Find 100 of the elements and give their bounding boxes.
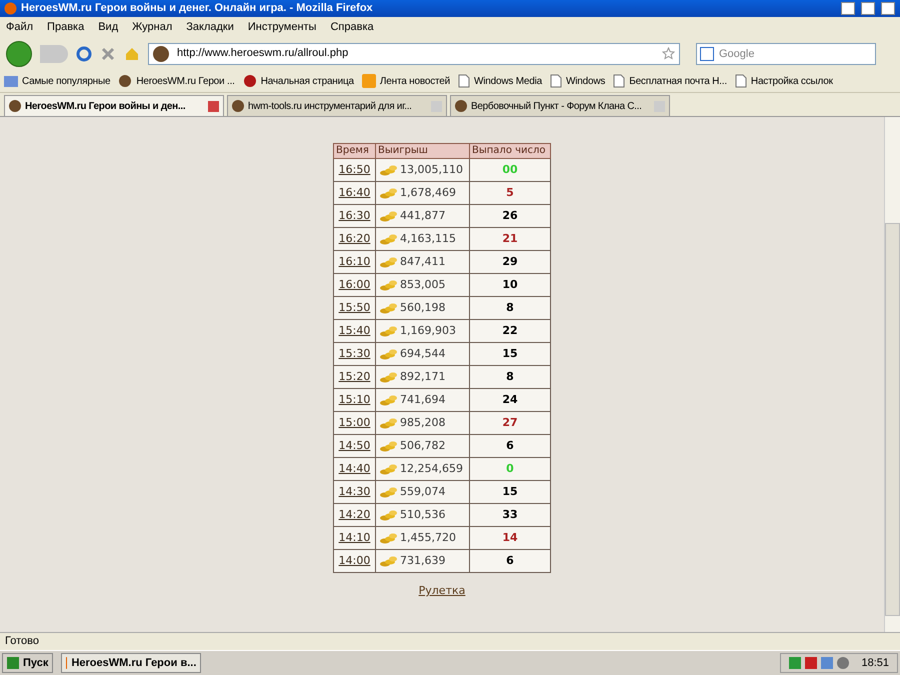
column-header: Время xyxy=(334,144,376,158)
tab-favicon-icon xyxy=(455,100,467,112)
page-icon xyxy=(458,74,470,88)
menu-item[interactable]: Вид xyxy=(98,18,118,36)
coin-stack-icon xyxy=(380,164,398,176)
bookmark-link[interactable]: HeroesWM.ru Герои ... xyxy=(136,74,235,88)
coin-stack-icon xyxy=(380,486,398,498)
address-field[interactable]: http://www.heroeswm.ru/allroul.php xyxy=(148,42,680,64)
win-amount: 1,169,903 xyxy=(400,322,456,339)
column-header: Выпало число xyxy=(470,144,550,158)
roulette-number: 6 xyxy=(506,554,514,567)
roulette-number: 29 xyxy=(502,254,518,268)
coin-stack-icon xyxy=(380,233,398,245)
window-title: HeroesWM.ru Герои войны и денег. Онлайн игра. - Mozilla Firefox xyxy=(21,1,374,16)
page-icon xyxy=(613,74,626,88)
roulette-number: 8 xyxy=(506,300,514,314)
browser-tab[interactable]: hwm-tools.ru инструментарий для иг... xyxy=(227,95,447,116)
bookmark-link[interactable]: Windows Media xyxy=(474,74,542,88)
tab-favicon-icon xyxy=(232,100,244,112)
taskbar-button[interactable]: HeroesWM.ru Герои в... xyxy=(61,653,202,673)
win-amount: 510,536 xyxy=(400,506,446,523)
win-amount: 853,005 xyxy=(400,276,446,293)
roulette-number: 21 xyxy=(502,232,518,245)
menu-item[interactable]: Справка xyxy=(330,18,374,36)
clock: 18:51 xyxy=(861,656,889,671)
menu-item[interactable]: Закладки xyxy=(186,18,234,36)
win-amount: 731,639 xyxy=(400,552,446,569)
win-amount: 694,544 xyxy=(400,346,446,362)
menu-item[interactable]: Файл xyxy=(6,18,34,36)
home-icon[interactable] xyxy=(124,46,140,62)
roulette-number: 15 xyxy=(502,484,518,498)
win-amount: 13,005,110 xyxy=(400,162,463,178)
win-amount: 741,694 xyxy=(400,392,446,408)
roulette-number: 00 xyxy=(502,162,518,176)
win-amount: 559,074 xyxy=(400,484,446,500)
win-amount: 560,198 xyxy=(400,300,446,316)
win-amount: 4,163,115 xyxy=(400,230,456,247)
roulette-number: 27 xyxy=(502,416,518,429)
win-amount: 441,877 xyxy=(400,208,446,224)
coin-stack-icon xyxy=(380,463,398,475)
restore-button[interactable] xyxy=(861,2,875,15)
coin-stack-icon xyxy=(380,187,398,199)
roulette-number: 8 xyxy=(506,370,514,383)
coin-stack-icon xyxy=(380,348,398,360)
coin-stack-icon xyxy=(380,302,398,314)
tray-icon[interactable] xyxy=(821,657,834,669)
roulette-number: 6 xyxy=(506,438,514,452)
back-button[interactable] xyxy=(6,40,32,66)
win-amount: 1,678,469 xyxy=(400,184,456,201)
coin-stack-icon xyxy=(380,210,398,222)
start-button[interactable]: Пуск xyxy=(2,653,54,673)
menu-item[interactable]: Правка xyxy=(47,18,84,36)
coin-stack-icon xyxy=(380,440,398,452)
coin-stack-icon xyxy=(380,279,398,291)
win-amount: 506,782 xyxy=(400,438,446,454)
coin-stack-icon xyxy=(380,417,398,429)
roulette-number: 5 xyxy=(506,186,514,199)
bookmark-link[interactable]: Настройка ссылок xyxy=(750,74,833,88)
search-field[interactable]: Google xyxy=(696,42,876,64)
win-amount: 1,455,720 xyxy=(400,530,456,546)
bookmark-link[interactable]: Windows xyxy=(566,74,606,88)
coin-stack-icon xyxy=(380,532,398,544)
star-icon[interactable] xyxy=(662,47,675,60)
roulette-number: 15 xyxy=(502,346,518,360)
bookmark-link[interactable]: Бесплатная почта Н... xyxy=(629,74,727,88)
coin-stack-icon xyxy=(380,555,398,567)
roulette-number: 24 xyxy=(502,392,518,406)
tray-icon[interactable] xyxy=(837,657,850,669)
menu-item[interactable]: Инструменты xyxy=(248,18,316,36)
coin-stack-icon xyxy=(380,394,398,406)
win-amount: 985,208 xyxy=(400,414,446,431)
roulette-link[interactable]: Рулетка xyxy=(418,583,466,600)
page-icon xyxy=(550,74,562,88)
tray-icon[interactable] xyxy=(789,657,802,669)
roulette-number: 0 xyxy=(506,462,514,475)
scrollbar[interactable] xyxy=(884,117,900,632)
tab-favicon-icon xyxy=(9,100,21,112)
bookmark-link[interactable]: Начальная страница xyxy=(260,74,354,88)
bookmark-link[interactable]: Лента новостей xyxy=(380,74,450,88)
win-amount: 847,411 xyxy=(400,254,446,270)
browser-tab[interactable]: HeroesWM.ru Герои войны и ден... xyxy=(4,95,224,116)
win-amount: 892,171 xyxy=(400,368,446,385)
close-icon[interactable] xyxy=(208,100,219,112)
menu-item[interactable]: Журнал xyxy=(132,18,172,36)
coin-stack-icon xyxy=(380,371,398,383)
page-icon xyxy=(734,74,747,88)
tray-icon[interactable] xyxy=(805,657,818,669)
coin-stack-icon xyxy=(380,256,398,268)
bookmark-link[interactable]: Самые популярные xyxy=(22,74,110,88)
minimize-button[interactable] xyxy=(841,2,855,15)
browser-tab[interactable]: Вербовочный Пункт - Форум Клана С... xyxy=(450,95,670,116)
roulette-number: 10 xyxy=(502,278,518,291)
stop-icon[interactable] xyxy=(100,46,116,62)
coin-stack-icon xyxy=(380,509,398,521)
win-amount: 12,254,659 xyxy=(400,460,463,477)
roulette-number: 33 xyxy=(502,508,518,521)
column-header: Выигрыш xyxy=(376,144,470,158)
coin-stack-icon xyxy=(380,325,398,337)
close-button[interactable] xyxy=(881,2,895,15)
status-text: Готово xyxy=(5,634,39,650)
